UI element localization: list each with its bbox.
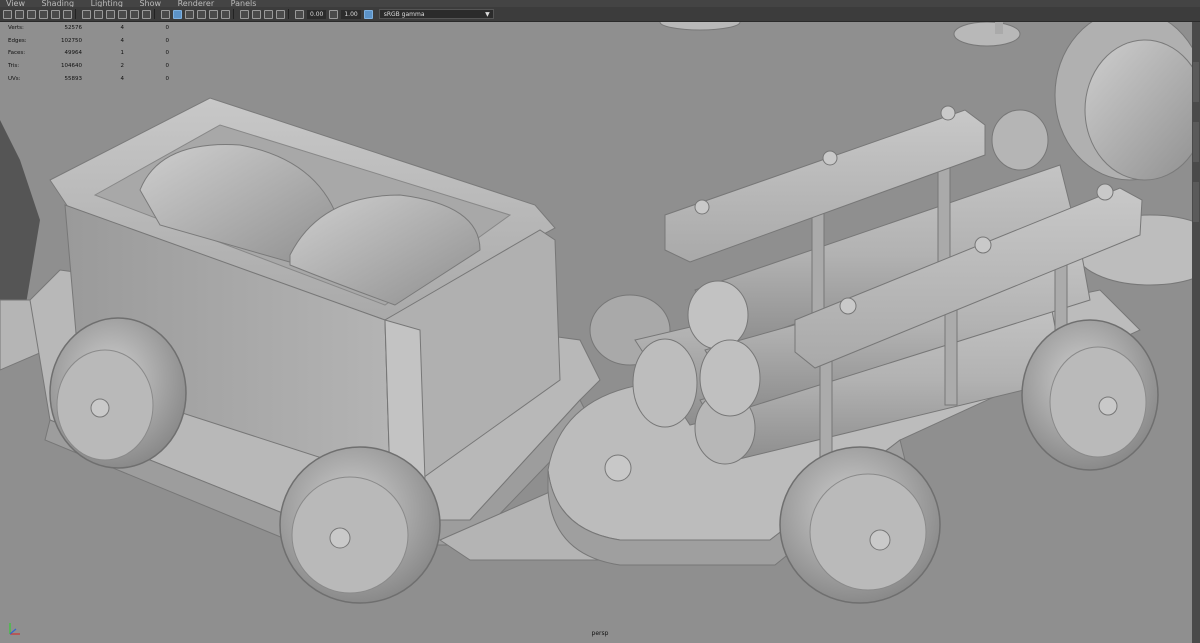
channel-box-tab[interactable] <box>1193 182 1199 222</box>
toolbar-divider <box>233 9 234 19</box>
menu-lighting[interactable]: Lighting <box>91 0 123 7</box>
camera-select-icon[interactable] <box>3 9 12 19</box>
poly-count-hud: Verts: 52576 4 0 Edges: 102750 4 0 Faces… <box>8 22 169 85</box>
hud-value: 0 <box>165 50 170 57</box>
hud-row: Edges: 102750 4 0 <box>8 35 169 48</box>
hud-value: 4 <box>120 75 125 82</box>
hud-value: 49964 <box>64 50 83 57</box>
hud-value: 52576 <box>64 25 83 32</box>
shadows-icon[interactable] <box>142 9 151 19</box>
chevron-down-icon: ▼ <box>485 11 490 18</box>
hud-label: Faces: <box>8 50 26 57</box>
xray-joints-icon[interactable] <box>185 9 194 19</box>
hud-label: Edges: <box>8 37 27 44</box>
toolbar-divider <box>154 9 155 19</box>
color-management-icon[interactable] <box>363 9 373 19</box>
attribute-editor-tab[interactable] <box>1193 122 1199 162</box>
hud-value: 1 <box>120 50 125 57</box>
wheel-left-front <box>49 317 187 469</box>
hud-value: 102750 <box>61 37 82 44</box>
ambient-occlusion-icon[interactable] <box>197 9 206 19</box>
hud-row: Verts: 52576 4 0 <box>8 22 169 35</box>
antialias-icon[interactable] <box>209 9 218 19</box>
isolate-icon[interactable] <box>161 9 170 19</box>
hud-value: 4 <box>120 25 125 32</box>
lights-icon[interactable] <box>130 9 139 19</box>
hud-value: 104640 <box>61 63 82 70</box>
toolbar-divider <box>75 9 76 19</box>
resolution-gate-icon[interactable] <box>63 9 72 19</box>
hud-value: 0 <box>165 25 170 32</box>
menu-panels[interactable]: Panels <box>231 0 257 7</box>
bookmark-icon[interactable] <box>27 9 36 19</box>
gamma-icon[interactable] <box>329 9 339 19</box>
wheel-right-front <box>779 446 941 604</box>
frame-all-icon[interactable] <box>264 9 273 19</box>
hud-row: UVs: 55893 4 0 <box>8 72 169 85</box>
toolbar-divider <box>288 9 289 19</box>
hud-value: 0 <box>165 63 170 70</box>
grid-icon[interactable] <box>82 9 91 19</box>
modeling-toolkit-tab[interactable] <box>1193 62 1199 102</box>
hud-label: Tris: <box>8 63 20 70</box>
smooth-shade-icon[interactable] <box>106 9 115 19</box>
panel-toolbar: 0.00 1.00 sRGB gamma ▼ <box>0 7 1200 22</box>
color-space-value: sRGB gamma <box>383 11 425 18</box>
hud-label: UVs: <box>8 75 21 82</box>
menu-show[interactable]: Show <box>139 0 161 7</box>
wireframe-icon[interactable] <box>94 9 103 19</box>
textured-icon[interactable] <box>118 9 127 19</box>
camera-label: persp <box>591 630 609 637</box>
hud-row: Faces: 49964 1 0 <box>8 47 169 60</box>
scene-render[interactable] <box>0 0 1200 643</box>
exposure-field[interactable]: 0.00 <box>307 9 327 19</box>
menu-renderer[interactable]: Renderer <box>178 0 215 7</box>
hud-label: Verts: <box>8 25 24 32</box>
wheel-right-rear <box>1021 319 1159 471</box>
viewport[interactable]: View Shading Lighting Show Renderer Pane… <box>0 0 1200 643</box>
gamma-field[interactable]: 1.00 <box>341 9 361 19</box>
right-sidebar-tabs <box>1192 22 1200 643</box>
wheel-left-rear <box>279 446 441 604</box>
frame-selection-icon[interactable] <box>276 9 285 19</box>
menu-shading[interactable]: Shading <box>42 0 75 7</box>
lock-camera-icon[interactable] <box>15 9 24 19</box>
film-gate-icon[interactable] <box>51 9 60 19</box>
hud-value: 0 <box>165 37 170 44</box>
color-space-dropdown[interactable]: sRGB gamma ▼ <box>378 9 494 19</box>
select-camera-icon[interactable] <box>240 9 249 19</box>
hud-value: 0 <box>165 75 170 82</box>
menu-view[interactable]: View <box>6 0 25 7</box>
hud-icon[interactable] <box>252 9 261 19</box>
panel-menubar: View Shading Lighting Show Renderer Pane… <box>0 0 1200 7</box>
hud-value: 2 <box>120 63 125 70</box>
xray-icon[interactable] <box>173 9 182 19</box>
hud-row: Tris: 104640 2 0 <box>8 60 169 73</box>
depth-of-field-icon[interactable] <box>221 9 230 19</box>
hud-value: 55893 <box>64 75 83 82</box>
hud-value: 4 <box>120 37 125 44</box>
image-plane-icon[interactable] <box>39 9 48 19</box>
exposure-icon[interactable] <box>295 9 304 19</box>
